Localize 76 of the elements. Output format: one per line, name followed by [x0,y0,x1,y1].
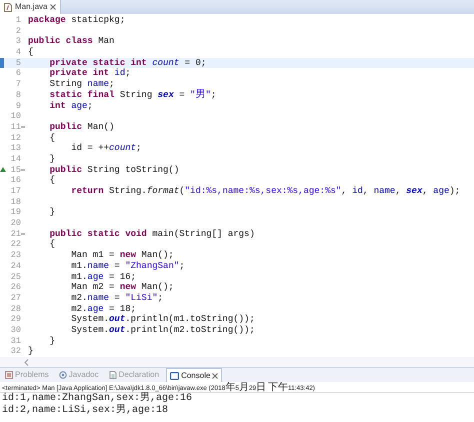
code-line: id = ++count; [70,143,142,154]
code-line: public class Man [28,36,114,48]
line-number: 31 [10,336,21,346]
code-line: int age; [48,100,93,112]
editor-tab[interactable]: Man.java [0,0,62,14]
code-line: m1.name = "ZhangSan"; [70,260,185,272]
code-line: Man m1 = new Man(); [70,250,174,261]
code-line: Man m2 = new Man(); [70,282,174,293]
code-line: } [48,154,56,165]
code-line: { [28,47,34,58]
line-number: 1 [14,15,21,26]
line-number: 22 [10,239,21,250]
view-tab[interactable]: Problems [2,368,52,382]
view-tab[interactable]: Javadoc [56,368,102,382]
line-number: 7 [14,79,21,90]
code-line: static final String sex = "男"; [48,90,216,100]
line-number: 5 [14,58,21,68]
line-number: 32 [10,346,21,357]
code-line: { [48,175,56,186]
line-number: 6 [14,68,21,80]
code-line: } [48,336,56,346]
close-icon[interactable] [50,4,56,10]
line-number: 23 [10,250,21,261]
code-line: return String.format("id:%s,name:%s,sex:%s,age:%s", id, name, sex, age); [70,186,460,197]
line-number: 24 [10,260,21,272]
code-line: private int id; [48,68,131,80]
line-number: 20 [10,218,21,229]
code-line: m2.age = 18; [70,304,136,314]
code-line: { [48,239,56,250]
line-number: 14 [10,154,21,165]
line-number: 27 [10,292,21,304]
view-tab[interactable]: Declaration [106,368,162,382]
line-number: 4 [14,47,21,58]
console-output-line: id:2,name:LiSi,sex:男,age:18 [1,405,170,417]
code-line: } [28,346,34,357]
problems-icon [5,371,13,379]
declaration-icon [108,371,117,379]
code-line: String name; [48,79,114,90]
code-line: public static void main(String[] args) [48,228,255,240]
line-number: 8 [14,90,21,100]
line-number: 17 [10,186,21,197]
line-number: 12 [10,132,21,144]
java-file-icon [4,2,12,12]
line-number: 29 [10,314,21,325]
code-line: private static int count = 0; [48,58,206,68]
console-icon [170,372,180,380]
code-line: public String toString() [48,164,180,176]
code-line: } [48,207,56,218]
code-line: public Man() [48,122,114,133]
line-number: 18 [10,196,21,208]
code-line: { [48,132,56,144]
code-line: System.out.println(m2.toString()); [70,324,255,336]
line-number: 2 [14,26,21,36]
line-number: 15 [10,164,21,176]
line-number: 10 [10,111,21,122]
line-number: 9 [14,100,21,112]
current-line-marker-icon [0,58,4,68]
line-number: 16 [10,175,21,186]
line-number: 19 [10,207,21,218]
code-line: m2.name = "LiSi"; [70,292,164,304]
close-icon[interactable] [212,372,218,378]
line-number: 11 [10,122,21,133]
console-output-line: id:1,name:ZhangSan,sex:男,age:16 [1,393,194,404]
code-line: m1.age = 16; [70,272,136,282]
line-number: 3 [14,36,21,48]
code-line: System.out.println(m1.toString()); [70,314,255,325]
line-number: 21 [10,228,21,240]
line-number: 28 [10,304,21,314]
line-number: 25 [10,272,21,282]
line-number: 26 [10,282,21,293]
line-number: 13 [10,143,21,154]
view-tab[interactable]: Console [166,368,222,382]
code-line: package staticpkg; [28,15,126,26]
at-sign-icon [58,371,67,379]
line-number: 30 [10,324,21,336]
override-triangle-icon [0,167,6,172]
